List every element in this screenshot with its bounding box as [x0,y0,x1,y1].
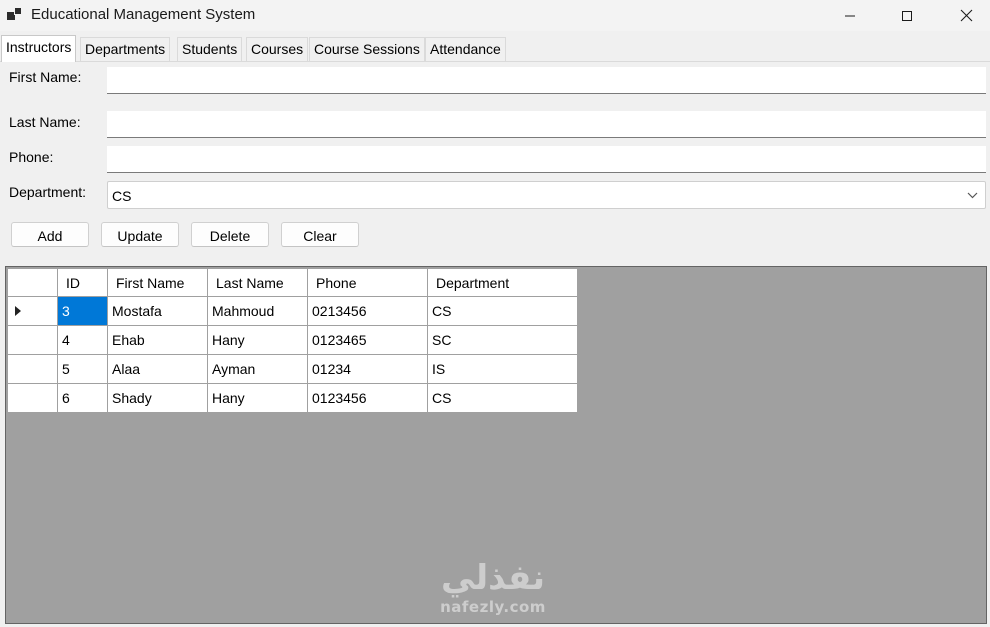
cell-department[interactable]: CS [427,296,578,326]
department-label: Department: [9,184,87,200]
app-icon [7,7,23,21]
cell-first-name[interactable]: Ehab [107,325,208,355]
title-bar: Educational Management System [0,0,990,31]
table-row[interactable]: 4 Ehab Hany 0123465 SC [7,325,578,355]
first-name-label: First Name: [9,69,82,85]
instructors-grid[interactable]: ID First Name Last Name Phone Department… [5,266,987,624]
last-name-label: Last Name: [9,114,81,130]
tab-students[interactable]: Students [177,37,243,61]
window-title: Educational Management System [31,6,256,23]
phone-label: Phone: [9,149,54,165]
tab-instructors[interactable]: Instructors [1,35,77,62]
cell-last-name[interactable]: Mahmoud [207,296,308,326]
table-row[interactable]: 5 Alaa Ayman 01234 IS [7,354,578,384]
tab-departments[interactable]: Departments [80,37,171,61]
tab-attendance[interactable]: Attendance [425,37,506,61]
cell-department[interactable]: IS [427,354,578,384]
table-row[interactable]: 3 Mostafa Mahmoud 0213456 CS [7,296,578,326]
column-header-phone[interactable]: Phone [307,268,428,297]
cell-phone[interactable]: 01234 [307,354,428,384]
cell-first-name[interactable]: Alaa [107,354,208,384]
minimize-button[interactable] [821,0,879,31]
close-icon [960,9,972,22]
cell-phone[interactable]: 0123456 [307,383,428,413]
clear-button[interactable]: Clear [281,222,359,247]
column-header-last-name[interactable]: Last Name [207,268,308,297]
maximize-button[interactable] [878,0,936,31]
phone-field[interactable] [107,146,986,173]
delete-button[interactable]: Delete [191,222,269,247]
first-name-field[interactable] [107,67,986,94]
minimize-icon [845,15,855,16]
cell-last-name[interactable]: Hany [207,325,308,355]
chevron-down-icon [967,192,978,199]
add-button[interactable]: Add [11,222,89,247]
cell-department[interactable]: CS [427,383,578,413]
column-header-id[interactable]: ID [57,268,108,297]
last-name-field[interactable] [107,111,986,138]
instructors-table: ID First Name Last Name Phone Department… [7,268,578,413]
cell-phone[interactable]: 0123465 [307,325,428,355]
row-header-corner [7,268,58,297]
column-header-first-name[interactable]: First Name [107,268,208,297]
cell-first-name[interactable]: Mostafa [107,296,208,326]
cell-department[interactable]: SC [427,325,578,355]
tab-course-sessions[interactable]: Course Sessions [309,37,425,61]
cell-first-name[interactable]: Shady [107,383,208,413]
header-row: ID First Name Last Name Phone Department [7,268,578,297]
row-header-current[interactable] [7,296,58,326]
row-header[interactable] [7,354,58,384]
cell-id[interactable]: 5 [57,354,108,384]
cell-id[interactable]: 4 [57,325,108,355]
cell-phone[interactable]: 0213456 [307,296,428,326]
table-row[interactable]: 6 Shady Hany 0123456 CS [7,383,578,413]
cell-last-name[interactable]: Ayman [207,354,308,384]
tab-strip: Instructors Departments Students Courses… [0,35,990,62]
department-selected-value: CS [112,188,132,204]
current-row-arrow-icon [15,306,21,316]
cell-id[interactable]: 3 [57,296,108,326]
update-button[interactable]: Update [101,222,179,247]
row-header[interactable] [7,325,58,355]
department-select[interactable]: CS [107,181,986,209]
maximize-icon [902,10,912,21]
cell-id[interactable]: 6 [57,383,108,413]
tab-courses[interactable]: Courses [246,37,309,61]
row-header[interactable] [7,383,58,413]
column-header-department[interactable]: Department [427,268,578,297]
close-button[interactable] [937,0,990,31]
cell-last-name[interactable]: Hany [207,383,308,413]
